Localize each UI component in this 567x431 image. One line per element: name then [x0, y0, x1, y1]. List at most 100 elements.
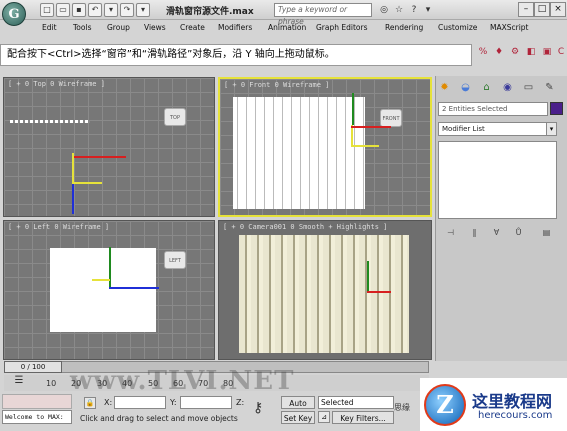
- menu-views[interactable]: Views: [144, 23, 166, 32]
- search-input[interactable]: Type a keyword or phrase: [274, 3, 372, 26]
- gizmo-x-axis: [72, 182, 102, 184]
- lock-icon[interactable]: 🔒: [84, 397, 96, 409]
- y-coord-field[interactable]: [180, 396, 232, 409]
- menu-customize[interactable]: Customize: [438, 23, 477, 32]
- curtain-top-view: [10, 120, 90, 123]
- create-tab-icon[interactable]: ✹: [437, 80, 452, 95]
- spinner-snap-icon[interactable]: ♦: [492, 45, 506, 59]
- gizmo-y-arrow: [367, 261, 369, 291]
- auto-key-button[interactable]: Auto Key: [281, 396, 315, 421]
- object-color-swatch[interactable]: [550, 102, 563, 115]
- gizmo-x-arrow: [74, 156, 126, 158]
- modify-tab-icon[interactable]: ◒: [458, 80, 473, 95]
- brand-logo-icon: Z: [424, 384, 466, 426]
- viewport-left[interactable]: [ + 0 Left 0 Wireframe ] LEFT: [3, 220, 215, 360]
- maxscript-listener[interactable]: [2, 394, 72, 409]
- configure-sets-icon[interactable]: ▤: [540, 226, 553, 239]
- save-icon[interactable]: ▪: [72, 3, 86, 17]
- hierarchy-tab-icon[interactable]: ⌂: [479, 80, 494, 95]
- watermark-small-text: 思缘: [394, 403, 410, 412]
- menu-create[interactable]: Create: [180, 23, 205, 32]
- viewcube-front[interactable]: FRONT: [380, 109, 402, 127]
- display-tab-icon[interactable]: ▭: [521, 80, 536, 95]
- menu-animation[interactable]: Animation: [268, 23, 306, 32]
- viewport-camera[interactable]: [ + 0 Camera001 0 Smooth + Highlights ]: [218, 220, 432, 360]
- window-title: 滑轨窗帘源文件.max: [166, 7, 254, 17]
- modifier-stack[interactable]: [438, 141, 557, 219]
- viewcube-top[interactable]: TOP: [164, 108, 186, 126]
- time-slider-thumb[interactable]: 0 / 100: [4, 361, 62, 373]
- viewport-front-label[interactable]: [ + 0 Front 0 Wireframe ]: [224, 81, 329, 89]
- modifier-list-dropdown[interactable]: Modifier List: [438, 122, 557, 136]
- gizmo-x-arrow: [351, 126, 391, 128]
- watermark-text: www.TLVI.NET: [70, 366, 295, 396]
- y-coord-label: Y:: [170, 398, 177, 407]
- menu-graph-editors[interactable]: Graph Editors: [316, 23, 368, 32]
- gizmo-x-arrow: [367, 291, 391, 293]
- mirror-icon[interactable]: ◧: [524, 45, 538, 59]
- viewport-front[interactable]: [ + 0 Front 0 Wireframe ] FRONT: [218, 77, 432, 217]
- snap-icon[interactable]: %: [476, 45, 490, 59]
- set-key-button[interactable]: Set Key: [281, 411, 315, 424]
- curtain-left-view: [50, 248, 156, 332]
- gizmo-y-arrow: [109, 247, 111, 287]
- menu-rendering[interactable]: Rendering: [385, 23, 423, 32]
- undo-icon[interactable]: ↶: [88, 3, 102, 17]
- utilities-tab-icon[interactable]: ✎: [542, 80, 557, 95]
- menu-edit[interactable]: Edit: [42, 23, 57, 32]
- make-unique-icon[interactable]: ∀: [490, 226, 503, 239]
- align-icon[interactable]: ▣: [540, 45, 554, 59]
- menu-group[interactable]: Group: [107, 23, 130, 32]
- undo-dropdown-icon[interactable]: ▾: [104, 3, 118, 17]
- viewport-left-label[interactable]: [ + 0 Left 0 Wireframe ]: [8, 223, 109, 231]
- new-file-icon[interactable]: □: [40, 3, 54, 17]
- menu-bar: Edit Tools Group Views Create Modifiers …: [30, 21, 567, 35]
- maximize-button[interactable]: □: [534, 2, 550, 17]
- named-selection-icon[interactable]: ⚙: [508, 45, 522, 59]
- app-logo-icon[interactable]: G: [2, 2, 26, 26]
- x-coord-label: X:: [104, 398, 113, 407]
- menu-maxscript[interactable]: MAXScript: [490, 23, 529, 32]
- curtain-front-view: [233, 97, 365, 209]
- brand-url: herecours.com: [478, 410, 553, 421]
- gizmo-yellow-x: [351, 145, 379, 147]
- key-mode-icon[interactable]: ⊿: [318, 411, 330, 423]
- gizmo-z-arrow: [109, 287, 159, 289]
- open-file-icon[interactable]: ▭: [56, 3, 70, 17]
- selection-count-field[interactable]: 2 Entities Selected: [438, 102, 548, 116]
- viewcube-left[interactable]: LEFT: [164, 251, 186, 269]
- main-toolbar: % ♦ ⚙ ◧ ▣ C: [472, 41, 567, 74]
- maxscript-welcome[interactable]: Welcome to MAX:: [2, 410, 72, 424]
- command-panel-tabs: ✹ ◒ ⌂ ◉ ▭ ✎: [437, 80, 565, 96]
- viewport-camera-label[interactable]: [ + 0 Camera001 0 Smooth + Highlights ]: [223, 223, 387, 231]
- redo-dropdown-icon[interactable]: ▾: [136, 3, 150, 17]
- star-icon[interactable]: ☆: [392, 3, 406, 17]
- key-selection-dropdown[interactable]: Selected: [318, 396, 394, 409]
- show-end-result-icon[interactable]: ‖: [468, 226, 481, 239]
- redo-icon[interactable]: ↷: [120, 3, 134, 17]
- viewport-top[interactable]: [ + 0 Top 0 Wireframe ] TOP: [3, 77, 215, 217]
- key-filters-button[interactable]: Key Filters...: [332, 411, 394, 424]
- set-key-icon[interactable]: ⚷: [253, 400, 263, 416]
- track-bar-toggle-icon[interactable]: ☰: [10, 375, 28, 389]
- tick-label: 10: [46, 379, 57, 388]
- curtain-camera-view: [239, 235, 409, 353]
- x-coord-field[interactable]: [114, 396, 166, 409]
- gizmo-z-arrow: [72, 184, 74, 214]
- minimize-button[interactable]: –: [518, 2, 534, 17]
- remove-modifier-icon[interactable]: Ů: [512, 226, 525, 239]
- pin-stack-icon[interactable]: ⊣: [444, 226, 457, 239]
- close-button[interactable]: ×: [550, 2, 566, 17]
- binoculars-icon[interactable]: ◎: [377, 3, 391, 17]
- brand-name: 这里教程网: [472, 392, 553, 411]
- motion-tab-icon[interactable]: ◉: [500, 80, 515, 95]
- menu-tools[interactable]: Tools: [73, 23, 91, 32]
- dropdown-icon[interactable]: ▾: [421, 3, 435, 17]
- chevron-down-icon[interactable]: ▾: [546, 123, 556, 135]
- help-icon[interactable]: ?: [407, 3, 421, 17]
- create-selection-icon[interactable]: C: [554, 45, 567, 59]
- viewport-top-label[interactable]: [ + 0 Top 0 Wireframe ]: [8, 80, 105, 88]
- gizmo-yellow-axis: [92, 279, 110, 281]
- stack-tools: ⊣ ‖ ∀ Ů ▤: [440, 226, 559, 240]
- menu-modifiers[interactable]: Modifiers: [218, 23, 252, 32]
